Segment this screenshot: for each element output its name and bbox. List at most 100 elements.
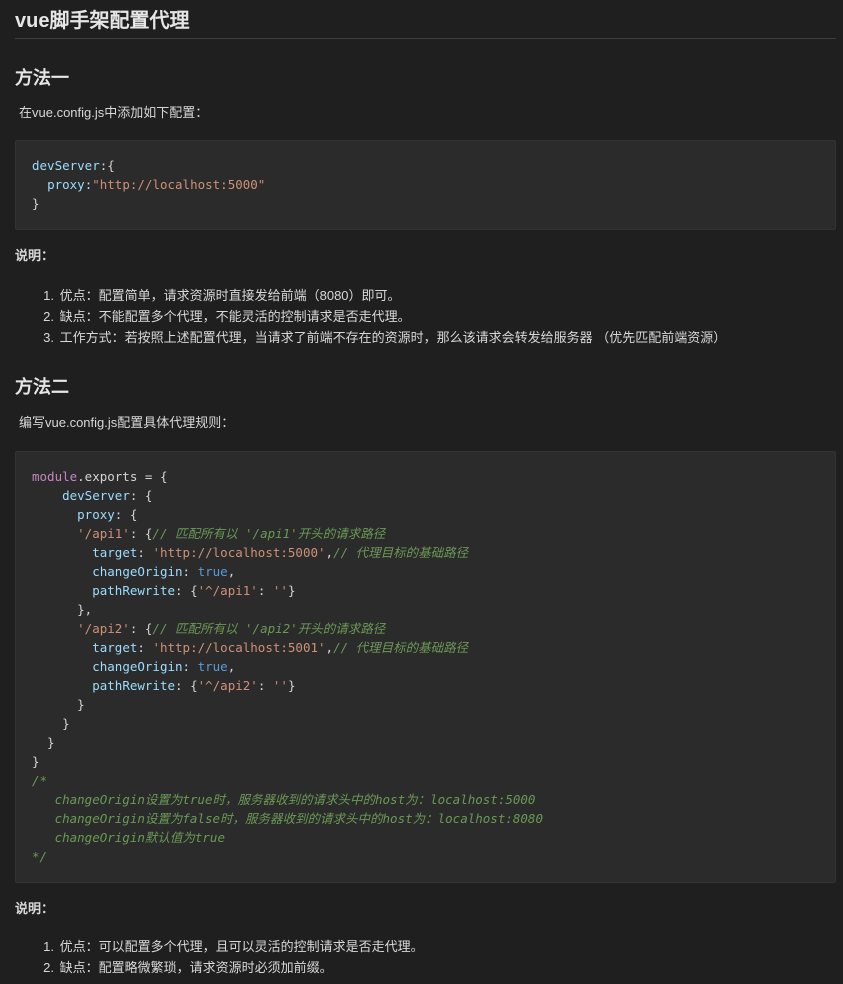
code-line: } (32, 714, 70, 733)
code-line: changeOrigin默认值为true (32, 828, 225, 847)
code-token: } (32, 716, 70, 731)
code-token: : (257, 583, 273, 598)
code-token: 'http://localhost:5000' (152, 545, 326, 560)
code-token: // 代理目标的基础路径 (333, 545, 469, 560)
code-line: } (32, 733, 55, 752)
list-item-text: 缺点：配置略微繁琐，请求资源时必须加前缀。 (56, 960, 333, 975)
code-token: pathRewrite (92, 583, 176, 598)
code-token: 'http://localhost:5001' (152, 640, 326, 655)
code-token: // 匹配所有以 '/api1'开头的请求路径 (152, 526, 386, 541)
code-token: , (325, 640, 334, 655)
list-item: 2. 缺点：配置略微繁琐，请求资源时必须加前缀。 (40, 957, 424, 978)
code-token: } (32, 697, 85, 712)
code-line: /* (32, 771, 47, 790)
title-divider (15, 38, 836, 39)
list-item: 3. 工作方式：若按照上述配置代理，当请求了前端不存在的资源时，那么该请求会转发… (40, 327, 726, 348)
code-token: :{ (99, 158, 115, 173)
code-token: '^/api1' (197, 583, 258, 598)
code-token: target (92, 640, 138, 655)
code-token: '' (272, 583, 288, 598)
code-token: '^/api2' (197, 678, 258, 693)
code-token: : (182, 659, 198, 674)
code-token: proxy (77, 507, 115, 522)
code-token: changeOrigin (92, 659, 183, 674)
code-token: true (197, 659, 228, 674)
list-item-number: 2. (43, 960, 54, 975)
code-token: } (287, 678, 296, 693)
code-line: '/api1': {// 匹配所有以 '/api1'开头的请求路径 (32, 524, 385, 543)
code-line: devServer: { (32, 486, 152, 505)
code-line: proxy: { (32, 505, 137, 524)
method1-heading: 方法一 (15, 68, 69, 88)
code-line: module.exports = { (32, 467, 167, 486)
code-token: .exports = { (77, 469, 168, 484)
code-token: : { (129, 488, 153, 503)
list-item-text: 缺点：不能配置多个代理，不能灵活的控制请求是否走代理。 (56, 309, 411, 324)
list-item-text: 优点：配置简单，请求资源时直接发给前端（8080）即可。 (56, 288, 401, 303)
code-token: , (325, 545, 334, 560)
code-token: } (32, 754, 40, 769)
code-line: } (32, 194, 40, 213)
method1-note-label: 说明： (15, 248, 55, 263)
page-title: vue脚手架配置代理 (15, 10, 190, 32)
code-token: : (137, 545, 153, 560)
code-token: pathRewrite (92, 678, 176, 693)
code-token: } (287, 583, 296, 598)
code-line: '/api2': {// 匹配所有以 '/api2'开头的请求路径 (32, 619, 385, 638)
code-line: devServer:{ (32, 156, 115, 175)
code-token: : (182, 564, 198, 579)
list-item: 1. 优点：可以配置多个代理，且可以灵活的控制请求是否走代理。 (40, 936, 424, 957)
list-item-number: 1. (43, 288, 54, 303)
code-token: : { (129, 621, 153, 636)
code-token: // 代理目标的基础路径 (333, 640, 469, 655)
code-line: } (32, 695, 85, 714)
code-token: : { (175, 678, 198, 693)
code-line: changeOrigin设置为true时，服务器收到的请求头中的host为：lo… (32, 790, 536, 809)
method1-intro: 在vue.config.js中添加如下配置： (19, 105, 209, 120)
method1-note-list: 1. 优点：配置简单，请求资源时直接发给前端（8080）即可。 2. 缺点：不能配… (0, 285, 726, 348)
method2-code-block[interactable]: module.exports = { devServer: { proxy: {… (15, 451, 836, 883)
code-token: } (32, 196, 40, 211)
code-token: */ (32, 849, 48, 864)
code-token: // 匹配所有以 '/api2'开头的请求路径 (152, 621, 386, 636)
code-token: '/api2' (77, 621, 130, 636)
code-line: target: 'http://localhost:5000',// 代理目标的… (32, 543, 468, 562)
list-item-text: 优点：可以配置多个代理，且可以灵活的控制请求是否走代理。 (56, 939, 424, 954)
code-token: target (92, 545, 138, 560)
method1-code-block[interactable]: devServer:{ proxy:"http://localhost:5000… (15, 140, 836, 230)
code-token: : (257, 678, 273, 693)
list-item-number: 1. (43, 939, 54, 954)
list-item: 2. 缺点：不能配置多个代理，不能灵活的控制请求是否走代理。 (40, 306, 726, 327)
code-token: '/api1' (77, 526, 130, 541)
code-line: }, (32, 600, 92, 619)
code-token: /* (32, 773, 48, 788)
code-token: } (32, 735, 55, 750)
code-token: module (32, 469, 78, 484)
code-token: true (197, 564, 228, 579)
method2-note-list: 1. 优点：可以配置多个代理，且可以灵活的控制请求是否走代理。 2. 缺点：配置略… (0, 936, 424, 978)
code-token: }, (32, 602, 93, 617)
list-item-text: 工作方式：若按照上述配置代理，当请求了前端不存在的资源时，那么该请求会转发给服务… (56, 330, 727, 345)
code-line: pathRewrite: {'^/api1': ''} (32, 581, 295, 600)
code-token: "http://localhost:5000" (92, 177, 266, 192)
method2-intro: 编写vue.config.js配置具体代理规则： (19, 415, 235, 430)
code-line: proxy:"http://localhost:5000" (32, 175, 265, 194)
code-line: } (32, 752, 40, 771)
code-token: changeOrigin设置为false时，服务器收到的请求头中的host为：l… (32, 811, 543, 826)
code-token: changeOrigin默认值为true (32, 830, 225, 845)
code-token: : { (114, 507, 138, 522)
code-line: target: 'http://localhost:5001',// 代理目标的… (32, 638, 468, 657)
code-token: , (227, 659, 236, 674)
list-item: 1. 优点：配置简单，请求资源时直接发给前端（8080）即可。 (40, 285, 726, 306)
code-token: '' (272, 678, 288, 693)
code-token: devServer (62, 488, 130, 503)
